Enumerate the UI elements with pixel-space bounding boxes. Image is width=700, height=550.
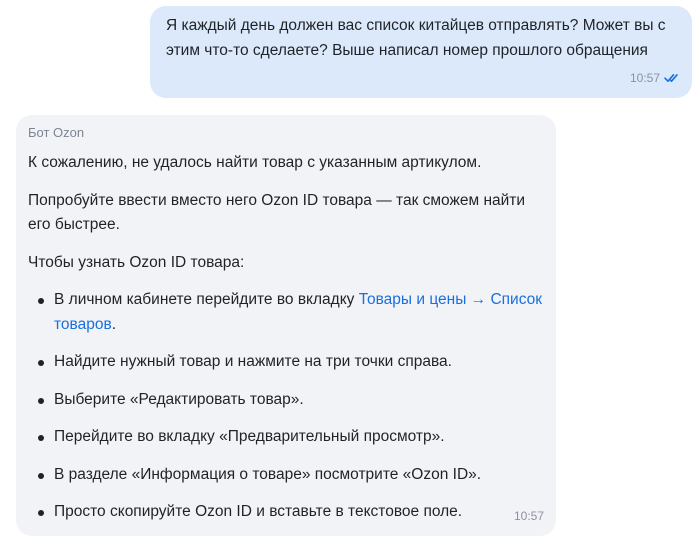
bullet-icon [38,298,44,304]
step-text-end: . [111,315,117,333]
bullet-icon [38,397,44,404]
step-text: В личном кабинете перейдите во вкладку [54,291,359,308]
step-text: Найдите нужный товар и нажмите на три то… [54,353,452,370]
list-item: В личном кабинете перейдите во вкладку Т… [38,288,544,337]
bot-message-time: 10:57 [513,509,544,523]
bullet-icon [38,360,44,366]
user-message-text: Я каждый день должен вас список китайцев… [166,17,670,59]
user-message-bubble: Я каждый день должен вас список китайцев… [150,6,692,98]
bot-sender-name: Бот Ozon [28,125,85,140]
bot-steps-list: В личном кабинете перейдите во вкладку Т… [28,288,544,525]
list-item: Перейдите во вкладку «Предварительный пр… [38,425,544,450]
step-text: В разделе «Информация о товаре» посмотри… [54,465,482,483]
double-check-icon [664,74,678,82]
list-item: Выберите «Редактировать товар». [38,388,544,413]
user-message-time: 10:57 [629,71,660,85]
list-item: В разделе «Информация о товаре» посмотри… [38,463,544,488]
bullet-icon [38,510,44,516]
bot-message-meta: 10:57 [514,509,544,523]
user-message-meta: 10:57 [630,71,680,85]
step-text: Просто скопируйте Ozon ID и вставьте в т… [54,503,463,520]
bot-message-bubble: Бот Ozon К сожалению, не удалось найти т… [16,115,556,536]
bot-paragraph-try-ozon-id: Попробуйте ввести вместо него Ozon ID то… [28,191,526,234]
bullet-icon [38,435,44,441]
bot-paragraph-how-to: Чтобы узнать Ozon ID товара: [28,253,245,271]
bot-paragraph-not-found: К сожалению, не удалось найти товар с ук… [28,154,482,171]
step-text: Выберите «Редактировать товар». [54,390,304,408]
step-text: Перейдите во вкладку «Предварительный пр… [54,428,445,445]
list-item: Найдите нужный товар и нажмите на три то… [38,350,544,375]
bullet-icon [38,472,44,479]
list-item: Просто скопируйте Ozon ID и вставьте в т… [38,500,544,525]
